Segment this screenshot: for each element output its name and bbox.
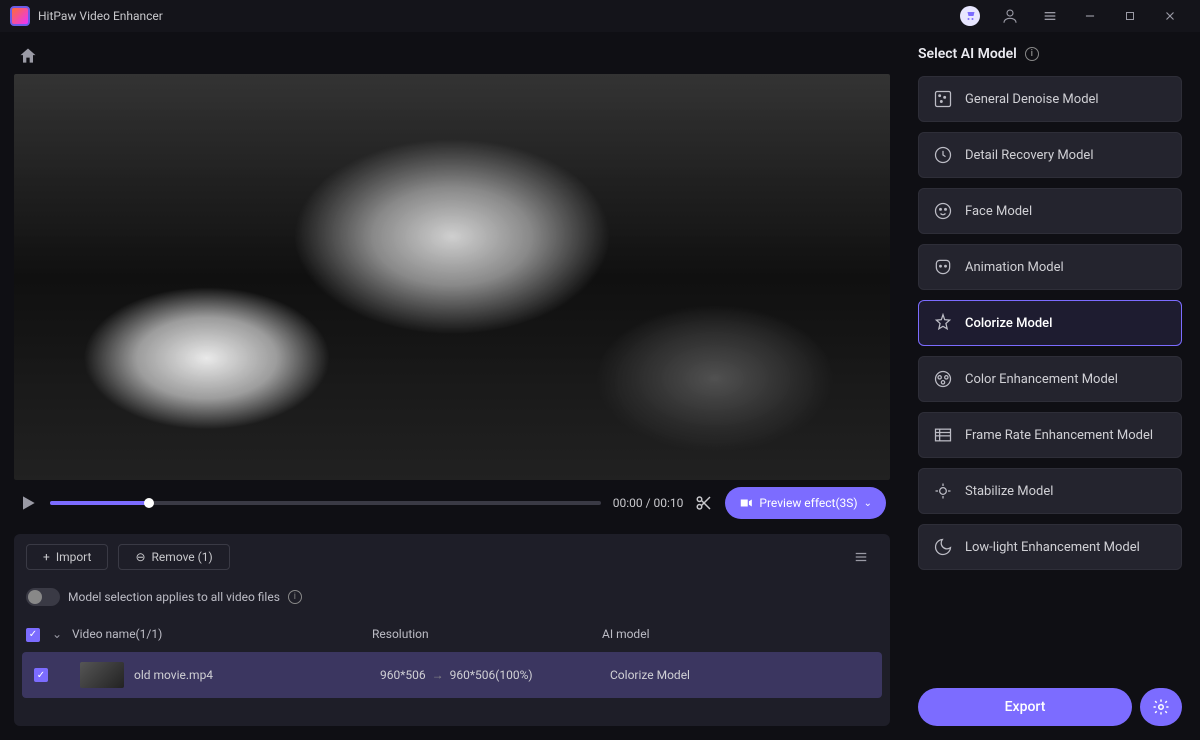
video-frame-image [14,74,890,480]
model-label: Low-light Enhancement Model [965,540,1140,555]
app-title: HitPaw Video Enhancer [38,9,163,23]
select-all-checkbox[interactable]: ✓ [26,628,40,642]
account-button[interactable] [996,2,1024,30]
info-icon[interactable]: i [1025,47,1039,61]
col-ai-model: AI model [602,627,878,641]
model-item-2[interactable]: Face Model [918,188,1182,234]
import-button[interactable]: + Import [26,544,108,570]
table-row[interactable]: ✓ old movie.mp4 960*506 → 960*506(100%) … [22,652,882,698]
remove-button[interactable]: ⊖ Remove (1) [118,544,229,570]
export-settings-button[interactable] [1140,688,1182,726]
import-label: Import [56,550,92,564]
resolution-out: 960*506(100%) [450,668,533,682]
play-icon [18,493,38,513]
model-item-4[interactable]: Colorize Model [918,300,1182,346]
home-icon [18,46,38,66]
model-label: Animation Model [965,260,1064,275]
col-resolution: Resolution [372,627,602,641]
model-item-8[interactable]: Low-light Enhancement Model [918,524,1182,570]
model-item-1[interactable]: Detail Recovery Model [918,132,1182,178]
resolution-in: 960*506 [380,668,426,682]
model-label: General Denoise Model [965,92,1099,107]
minimize-icon [1083,9,1097,23]
apply-all-toggle[interactable] [26,588,60,606]
model-item-5[interactable]: Color Enhancement Model [918,356,1182,402]
preview-effect-label: Preview effect(3S) [759,496,857,510]
model-label: Face Model [965,204,1032,219]
col-video-name: Video name(1/1) [72,627,372,641]
model-item-6[interactable]: Frame Rate Enhancement Model [918,412,1182,458]
menu-button[interactable] [1036,2,1064,30]
preview-effect-button[interactable]: Preview effect(3S) ⌄ [725,487,886,519]
file-table-header: ✓ ⌄ Video name(1/1) Resolution AI model [14,616,890,652]
model-icon [933,481,953,501]
user-icon [1001,7,1019,25]
play-button[interactable] [18,493,38,513]
video-thumbnail [80,662,124,688]
model-icon [933,369,953,389]
model-label: Colorize Model [965,316,1052,331]
model-item-3[interactable]: Animation Model [918,244,1182,290]
list-view-button[interactable] [844,550,878,564]
plus-icon: + [43,550,50,564]
progress-thumb[interactable] [144,498,154,508]
titlebar: HitPaw Video Enhancer [0,0,1200,32]
export-button[interactable]: Export [918,688,1132,726]
apply-all-label: Model selection applies to all video fil… [68,590,280,604]
camera-icon [739,496,753,510]
model-item-0[interactable]: General Denoise Model [918,76,1182,122]
model-label: Detail Recovery Model [965,148,1093,163]
chevron-down-icon[interactable]: ⌄ [52,627,72,641]
model-icon [933,89,953,109]
cut-button[interactable] [695,494,713,512]
remove-label: Remove (1) [152,550,213,564]
menu-icon [1042,8,1058,24]
chevron-down-icon: ⌄ [864,498,872,509]
model-label: Stabilize Model [965,484,1053,499]
list-icon [852,550,870,564]
minus-circle-icon: ⊖ [135,550,145,564]
cart-icon [960,6,980,26]
home-button[interactable] [18,46,38,66]
maximize-button[interactable] [1116,2,1144,30]
model-icon [933,145,953,165]
maximize-icon [1124,10,1136,22]
gear-icon [1152,698,1170,716]
row-checkbox[interactable]: ✓ [34,668,48,682]
sidebar-title: Select AI Model i [918,46,1182,62]
model-icon [933,257,953,277]
scissors-icon [695,494,713,512]
minimize-button[interactable] [1076,2,1104,30]
model-icon [933,313,953,333]
app-logo-icon [10,6,30,26]
sidebar-title-text: Select AI Model [918,46,1017,62]
model-item-7[interactable]: Stabilize Model [918,468,1182,514]
cart-button[interactable] [956,2,984,30]
close-icon [1163,9,1177,23]
model-list: General Denoise Model Detail Recovery Mod… [918,76,1182,674]
info-icon[interactable]: i [288,590,302,604]
progress-fill [50,501,149,505]
model-icon [933,537,953,557]
file-name: old movie.mp4 [134,668,213,682]
video-preview[interactable] [14,74,890,480]
time-display: 00:00 / 00:10 [613,496,684,510]
arrow-right-icon: → [432,668,444,682]
model-icon [933,425,953,445]
model-label: Color Enhancement Model [965,372,1118,387]
model-icon [933,201,953,221]
model-label: Frame Rate Enhancement Model [965,428,1153,443]
file-panel: + Import ⊖ Remove (1) Model selection appl… [14,534,890,726]
close-button[interactable] [1156,2,1184,30]
toggle-knob [28,590,42,604]
file-model: Colorize Model [610,668,870,682]
progress-bar[interactable] [50,501,601,505]
